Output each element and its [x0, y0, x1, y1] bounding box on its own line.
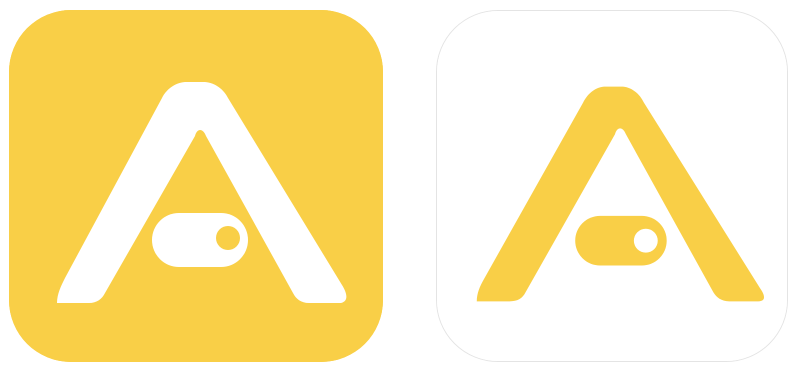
icon-artwork — [9, 10, 383, 362]
toggle-knob — [216, 226, 240, 250]
app-icon-yellow — [9, 10, 383, 362]
icon-artwork — [437, 11, 787, 361]
toggle-knob — [633, 228, 658, 253]
app-icon-showcase — [0, 0, 791, 365]
icon-background — [9, 10, 383, 362]
app-icon-white — [436, 10, 788, 362]
icon-background — [437, 11, 787, 361]
